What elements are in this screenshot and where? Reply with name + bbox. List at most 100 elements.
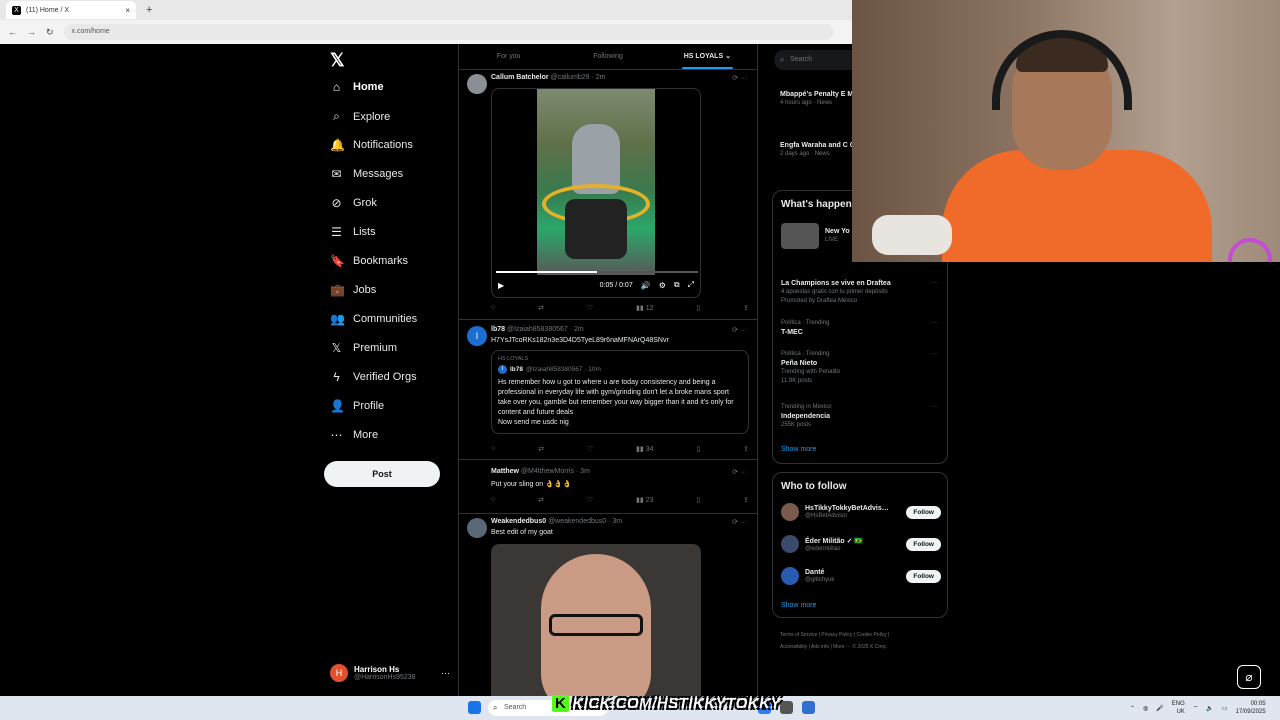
pip-icon[interactable]: ⧉	[674, 280, 680, 290]
tweet-author[interactable]: Matthew	[491, 468, 519, 475]
fullscreen-icon[interactable]: ⤢	[688, 280, 694, 290]
forward-button[interactable]: →	[27, 27, 36, 37]
sidebar-item-lists[interactable]: ☰ Lists	[330, 225, 376, 239]
tab-following[interactable]: Following	[558, 44, 657, 69]
trend-item[interactable]: Trending in Mexico Independencia 255K post…	[781, 403, 941, 430]
tweet[interactable]: Matthew @M4tthewMorris · 3m ⟳ ··· Put yo…	[459, 460, 757, 514]
quoted-tweet[interactable]: HS LOYALS Ilb78 @Izaiah858380567 · 10m Hs…	[491, 350, 749, 434]
app-icon[interactable]	[780, 701, 793, 714]
show-more-link[interactable]: Show more	[781, 601, 941, 610]
sidebar-item-more[interactable]: ⋯ More	[330, 428, 379, 442]
x-logo-icon[interactable]: 𝕏	[330, 50, 345, 71]
wifi-icon[interactable]: ⌔	[1193, 704, 1199, 712]
like-icon[interactable]: ♡	[587, 304, 593, 312]
follow-button[interactable]: Follow	[906, 505, 941, 519]
share-icon[interactable]: ⇪	[743, 304, 749, 312]
app-icon[interactable]	[802, 701, 815, 714]
tweet-options-icon[interactable]: ⟳ ···	[732, 326, 747, 334]
more-icon[interactable]: ···	[931, 350, 937, 359]
video-progress[interactable]	[496, 271, 698, 273]
sidebar-item-communities[interactable]: 👥 Communities	[330, 312, 417, 326]
post-button[interactable]: Post	[324, 461, 440, 487]
more-icon[interactable]: ···	[931, 279, 937, 288]
more-icon[interactable]: ···	[931, 403, 937, 412]
tab-hs-loyals[interactable]: HS LOYALS ⌄	[658, 44, 757, 69]
bookmark-icon[interactable]: ▯	[696, 304, 700, 312]
retweet-icon[interactable]: ⇄	[538, 445, 544, 453]
mic-icon[interactable]: 🎤	[1156, 705, 1163, 712]
reply-icon[interactable]: ○	[491, 496, 495, 504]
sidebar-item-premium[interactable]: 𝕏 Premium	[330, 341, 397, 355]
sidebar-item-explore[interactable]: ⌕ Explore	[330, 109, 390, 124]
sidebar-item-grok[interactable]: ⊘ Grok	[330, 196, 376, 210]
sidebar-item-bookmarks[interactable]: 🔖 Bookmarks	[330, 254, 408, 268]
retweet-icon[interactable]: ⇄	[538, 496, 544, 504]
close-icon[interactable]: ×	[125, 6, 130, 15]
start-icon[interactable]	[468, 701, 481, 714]
more-icon[interactable]: ···	[931, 319, 937, 328]
follow-button[interactable]: Follow	[906, 569, 941, 583]
views-count[interactable]: ▮▮ 34	[636, 445, 653, 453]
bookmark-icon[interactable]: ▯	[696, 496, 700, 504]
sidebar-item-notifications[interactable]: 🔔 Notifications	[330, 138, 413, 152]
url-field[interactable]: x.com/home	[63, 24, 834, 40]
trend-item[interactable]: La Champions se vive en Draftea 4 apuesta…	[781, 279, 941, 306]
sidebar-item-profile[interactable]: 👤 Profile	[330, 399, 384, 413]
trend-item[interactable]: Política · Trending Peña Nieto Trending wi…	[781, 350, 941, 386]
like-icon[interactable]: ♡	[587, 445, 593, 453]
battery-icon[interactable]: ▭	[1222, 705, 1228, 712]
sidebar-item-jobs[interactable]: 💼 Jobs	[330, 283, 376, 297]
account-switcher[interactable]: H Harrison Hs @HarrisonHs95238 ···	[330, 664, 450, 682]
browser-tab[interactable]: X (11) Home / X ×	[6, 1, 136, 19]
tweet-author[interactable]: Weakendedbus0	[491, 518, 546, 525]
follow-suggestion[interactable]: HsTikkyTokkyBetAdvis… @HsBetAdvisor Follo…	[781, 503, 941, 521]
footer-line[interactable]: Terms of Service | Privacy Policy | Cook…	[780, 629, 940, 641]
footer-line[interactable]: Accessibility | Ads info | More ··· © 20…	[780, 641, 940, 653]
volume-icon[interactable]: 🔈	[1206, 705, 1213, 712]
tweet[interactable]: Callum Batchelor @callumb29 · 2m ⟳ ··· ▶…	[459, 70, 757, 320]
share-icon[interactable]: ⇪	[743, 496, 749, 504]
tweet[interactable]: I lb78 @Izaiah858380567 · 2m ⟳ ··· H7YsJ…	[459, 320, 757, 460]
views-count[interactable]: ▮▮ 23	[636, 496, 653, 504]
follow-suggestion[interactable]: Éder Militão ✓ 🇧🇷 @edermilitao Follow	[781, 535, 941, 553]
retweet-icon[interactable]: ⇄	[538, 304, 544, 312]
show-more-link[interactable]: Show more	[781, 445, 941, 454]
avatar[interactable]: I	[467, 326, 487, 346]
tweet-options-icon[interactable]: ⟳ ···	[732, 468, 747, 476]
reply-icon[interactable]: ○	[491, 445, 495, 453]
tab-for-you[interactable]: For you	[459, 44, 558, 69]
sidebar-item-label: Jobs	[353, 284, 377, 296]
views-count[interactable]: ▮▮ 12	[636, 304, 653, 312]
sidebar-item-home[interactable]: ⌂ Home	[330, 80, 384, 94]
sidebar-item-verified-orgs[interactable]: ϟ Verified Orgs	[330, 370, 416, 384]
play-icon[interactable]: ▶	[498, 281, 504, 290]
clock[interactable]: 00:05 17/09/2025	[1236, 700, 1266, 716]
trend-item[interactable]: Política · Trending T-MEC ···	[781, 319, 941, 337]
tweet-author[interactable]: lb78	[491, 326, 505, 333]
chevron-up-icon[interactable]: ⌃	[1130, 705, 1135, 712]
new-tab-button[interactable]: +	[146, 4, 152, 16]
reply-icon[interactable]: ○	[491, 304, 495, 312]
follow-button[interactable]: Follow	[906, 537, 941, 551]
share-icon[interactable]: ⇪	[743, 445, 749, 453]
tweet[interactable]: Weakendedbus0 @weakendedbus0 · 3m ⟳ ··· …	[459, 514, 757, 696]
tweet-options-icon[interactable]: ⟳ ···	[732, 74, 747, 82]
bookmark-icon[interactable]: ▯	[696, 445, 700, 453]
settings-icon[interactable]: ⚙	[659, 281, 666, 290]
video-player[interactable]: ▶ 0:05 / 0:07 🔊 ⚙ ⧉ ⤢	[491, 88, 701, 298]
sidebar-item-messages[interactable]: ✉ Messages	[330, 167, 403, 181]
follow-suggestion[interactable]: Danté @glitchyuk Follow	[781, 567, 941, 585]
tweet-video[interactable]	[491, 544, 701, 696]
grok-icon: ⊘	[331, 196, 342, 210]
reload-button[interactable]: ↻	[46, 27, 54, 38]
avatar[interactable]	[467, 74, 487, 94]
tweet-options-icon[interactable]: ⟳ ···	[732, 518, 747, 526]
tweet-author[interactable]: Callum Batchelor	[491, 74, 549, 81]
language-indicator[interactable]: ENG UK	[1172, 700, 1185, 716]
like-icon[interactable]: ♡	[587, 496, 593, 504]
network-icon[interactable]: ◍	[1143, 705, 1148, 712]
volume-icon[interactable]: 🔊	[641, 281, 651, 290]
back-button[interactable]: ←	[8, 27, 17, 37]
more-icon[interactable]: ···	[441, 668, 450, 678]
avatar[interactable]	[467, 518, 487, 538]
